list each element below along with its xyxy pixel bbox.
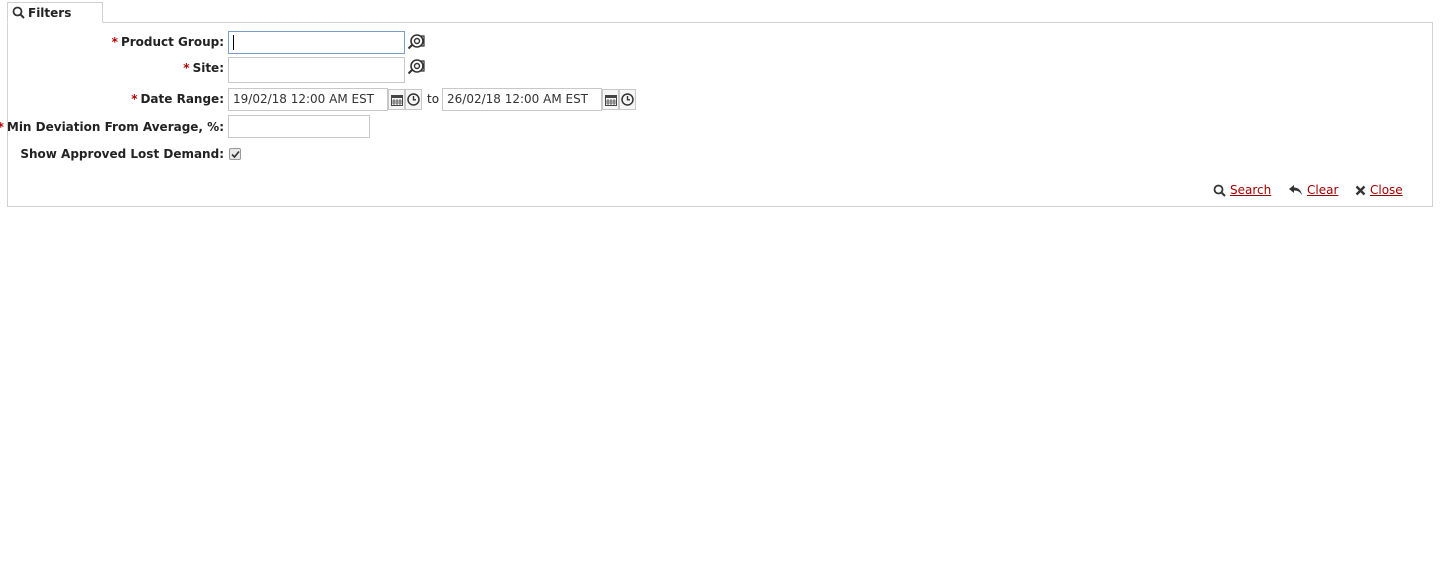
- calendar-button[interactable]: [602, 89, 619, 110]
- close-action[interactable]: Close: [1355, 183, 1403, 197]
- calendar-icon: [604, 94, 617, 106]
- date-from-input[interactable]: 19/02/18 12:00 AM EST: [228, 88, 388, 111]
- site-input[interactable]: [228, 57, 405, 83]
- search-action[interactable]: Search: [1213, 183, 1271, 197]
- clock-icon: [407, 93, 420, 106]
- tab-label: Filters: [28, 5, 72, 20]
- date-range-label: * Date Range:: [131, 92, 224, 106]
- binoculars-icon[interactable]: [407, 58, 425, 75]
- binoculars-icon[interactable]: [407, 33, 425, 50]
- show-approved-label: Show Approved Lost Demand:: [20, 147, 224, 161]
- required-marker: *: [0, 120, 4, 134]
- date-to-input[interactable]: 26/02/18 12:00 AM EST: [442, 88, 602, 111]
- required-marker: *: [183, 61, 190, 75]
- product-group-input[interactable]: [228, 31, 405, 54]
- clock-icon: [621, 93, 634, 106]
- search-link[interactable]: Search: [1230, 183, 1271, 197]
- clear-link[interactable]: Clear: [1307, 183, 1338, 197]
- required-marker: *: [111, 35, 118, 49]
- filters-panel: [7, 22, 1433, 207]
- calendar-button[interactable]: [388, 89, 405, 110]
- text-caret: [233, 35, 234, 50]
- search-icon: [12, 6, 25, 19]
- min-deviation-label: *Min Deviation From Average, %:: [0, 120, 224, 134]
- min-deviation-input[interactable]: [228, 115, 370, 138]
- clear-action[interactable]: Clear: [1288, 183, 1338, 197]
- time-button[interactable]: [405, 89, 422, 110]
- checkmark-icon: [230, 150, 240, 158]
- time-button[interactable]: [619, 89, 636, 110]
- site-label: * Site:: [183, 61, 224, 75]
- date-range-separator: to: [427, 92, 440, 106]
- undo-icon: [1289, 185, 1302, 195]
- search-icon: [1213, 184, 1226, 197]
- tab-filters[interactable]: Filters: [7, 2, 103, 23]
- product-group-label: * Product Group:: [111, 35, 224, 49]
- close-icon: [1355, 185, 1366, 195]
- show-approved-checkbox[interactable]: [229, 148, 241, 160]
- close-link[interactable]: Close: [1370, 183, 1403, 197]
- calendar-icon: [390, 94, 403, 106]
- required-marker: *: [131, 92, 138, 106]
